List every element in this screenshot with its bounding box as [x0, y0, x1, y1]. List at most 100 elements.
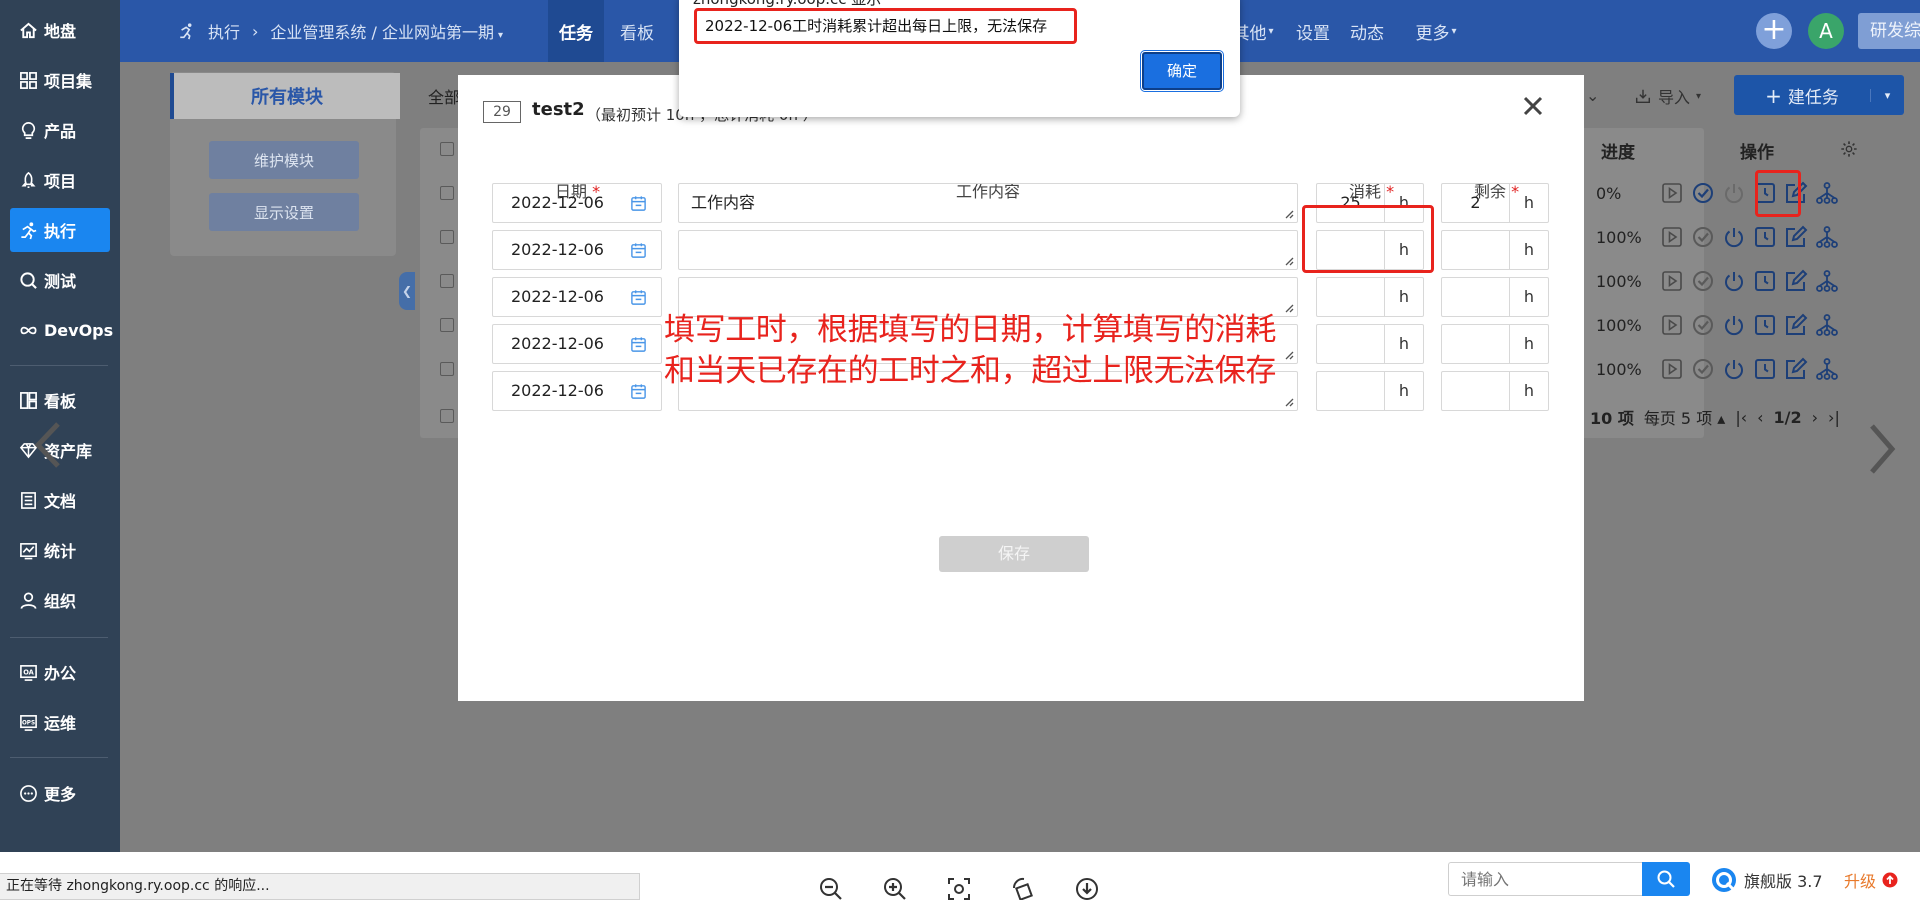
- tab-more[interactable]: 更多 ▾: [1408, 0, 1464, 62]
- download-icon[interactable]: [1074, 876, 1100, 900]
- row-checkbox[interactable]: [440, 186, 454, 200]
- zoom-out-icon[interactable]: [818, 876, 844, 900]
- effort-consumed-input[interactable]: h: [1316, 324, 1424, 364]
- calendar-icon[interactable]: [630, 383, 647, 400]
- export-icon[interactable]: ⌄: [1586, 86, 1599, 105]
- tab-kanban[interactable]: 看板: [614, 0, 660, 62]
- finish-icon[interactable]: [1691, 357, 1715, 381]
- create-task-button[interactable]: + 建任务 ▾: [1734, 75, 1904, 115]
- close-task-icon[interactable]: [1722, 313, 1746, 337]
- effort-consumed-input[interactable]: h: [1316, 371, 1424, 411]
- start-icon[interactable]: [1660, 225, 1684, 249]
- start-icon[interactable]: [1660, 269, 1684, 293]
- sidebar-item-dashboard[interactable]: 地盘: [10, 8, 110, 52]
- effort-remaining-input[interactable]: 2h: [1441, 183, 1549, 223]
- subtask-icon[interactable]: [1815, 181, 1839, 205]
- prev-page-icon[interactable]: ‹: [1757, 408, 1763, 427]
- tab-settings[interactable]: 设置: [1290, 0, 1336, 62]
- calendar-icon[interactable]: [630, 336, 647, 353]
- next-slide-icon[interactable]: [1864, 422, 1900, 476]
- edit-icon[interactable]: [1784, 313, 1808, 337]
- start-icon[interactable]: [1660, 313, 1684, 337]
- sidebar-item-program[interactable]: 项目集: [10, 58, 110, 102]
- resize-grip-icon[interactable]: [1284, 303, 1294, 313]
- effort-date-input[interactable]: 2022-12-06: [492, 277, 662, 317]
- avatar[interactable]: A: [1808, 13, 1844, 49]
- start-icon[interactable]: [1660, 357, 1684, 381]
- save-button[interactable]: 保存: [939, 536, 1089, 572]
- switch-view-button[interactable]: 研发综合界面: [1858, 13, 1920, 49]
- close-task-icon[interactable]: [1722, 269, 1746, 293]
- resize-grip-icon[interactable]: [1284, 256, 1294, 266]
- finish-icon[interactable]: [1691, 225, 1715, 249]
- collapse-panel-handle[interactable]: ❮: [399, 272, 415, 310]
- finish-icon[interactable]: [1691, 269, 1715, 293]
- effort-consumed-input[interactable]: h: [1316, 277, 1424, 317]
- effort-date-input[interactable]: 2022-12-06: [492, 183, 662, 223]
- record-effort-icon[interactable]: [1753, 313, 1777, 337]
- close-task-icon[interactable]: [1722, 181, 1746, 205]
- row-checkbox[interactable]: [440, 230, 454, 244]
- sidebar-item-org[interactable]: 组织: [10, 578, 110, 622]
- maintain-module-button[interactable]: 维护模块: [209, 141, 359, 179]
- record-effort-icon[interactable]: [1753, 269, 1777, 293]
- start-icon[interactable]: [1660, 181, 1684, 205]
- per-page-select[interactable]: 每页 5 项 ▴: [1644, 405, 1725, 429]
- row-checkbox[interactable]: [440, 362, 454, 376]
- close-icon[interactable]: [1520, 93, 1546, 119]
- sidebar-item-docs[interactable]: 文档: [10, 478, 110, 522]
- effort-date-input[interactable]: 2022-12-06: [492, 371, 662, 411]
- resize-grip-icon[interactable]: [1284, 350, 1294, 360]
- sidebar-item-office[interactable]: OA 办公: [10, 650, 110, 694]
- gear-icon[interactable]: [1840, 140, 1858, 158]
- record-effort-icon[interactable]: [1753, 225, 1777, 249]
- display-settings-button[interactable]: 显示设置: [209, 193, 359, 231]
- ok-button[interactable]: 确定: [1140, 50, 1224, 92]
- sidebar-item-devops[interactable]: DevOps: [10, 308, 113, 352]
- sidebar-item-execution[interactable]: 执行: [10, 208, 110, 252]
- edit-icon[interactable]: [1784, 225, 1808, 249]
- calendar-icon[interactable]: [630, 289, 647, 306]
- create-task-dropdown[interactable]: ▾: [1870, 88, 1904, 102]
- row-checkbox[interactable]: [440, 318, 454, 332]
- effort-remaining-input[interactable]: h: [1441, 371, 1549, 411]
- effort-date-input[interactable]: 2022-12-06: [492, 230, 662, 270]
- row-checkbox[interactable]: [440, 409, 454, 423]
- finish-icon[interactable]: [1691, 313, 1715, 337]
- sidebar-item-project[interactable]: 项目: [10, 158, 110, 202]
- close-task-icon[interactable]: [1722, 225, 1746, 249]
- last-page-icon[interactable]: ›|: [1828, 408, 1840, 427]
- tab-tasks[interactable]: 任务: [548, 0, 604, 62]
- resize-grip-icon[interactable]: [1284, 209, 1294, 219]
- next-page-icon[interactable]: ›: [1812, 408, 1818, 427]
- effort-remaining-input[interactable]: h: [1441, 277, 1549, 317]
- record-effort-icon[interactable]: [1753, 357, 1777, 381]
- bottom-search-button[interactable]: [1642, 862, 1690, 896]
- row-checkbox[interactable]: [440, 274, 454, 288]
- select-all-checkbox[interactable]: [440, 142, 454, 156]
- column-header-progress[interactable]: 进度: [1601, 138, 1635, 163]
- subtask-icon[interactable]: [1815, 269, 1839, 293]
- calendar-icon[interactable]: [630, 242, 647, 259]
- tab-activity[interactable]: 动态: [1344, 0, 1390, 62]
- upgrade-link[interactable]: 升级: [1844, 868, 1898, 892]
- zoom-in-icon[interactable]: [882, 876, 908, 900]
- finish-icon[interactable]: [1691, 181, 1715, 205]
- calendar-icon[interactable]: [630, 195, 647, 212]
- sidebar-item-kanban[interactable]: 看板: [10, 378, 110, 422]
- subtask-icon[interactable]: [1815, 313, 1839, 337]
- all-modules-tab[interactable]: 所有模块: [170, 73, 400, 119]
- resize-grip-icon[interactable]: [1284, 397, 1294, 407]
- breadcrumb-project[interactable]: 企业管理系统 / 企业网站第一期 ▾: [270, 19, 503, 43]
- breadcrumb-section[interactable]: 执行: [208, 19, 240, 43]
- edit-icon[interactable]: [1784, 357, 1808, 381]
- sidebar-item-test[interactable]: 测试: [10, 258, 110, 302]
- subtask-icon[interactable]: [1815, 357, 1839, 381]
- filter-all[interactable]: 全部: [428, 84, 460, 108]
- quick-add-button[interactable]: +: [1756, 13, 1792, 49]
- sidebar-item-more[interactable]: 更多: [10, 771, 110, 815]
- rotate-icon[interactable]: [1010, 876, 1036, 900]
- sidebar-item-product[interactable]: 产品: [10, 108, 110, 152]
- effort-content-textarea[interactable]: [678, 230, 1298, 270]
- effort-content-textarea[interactable]: 工作内容: [678, 183, 1298, 223]
